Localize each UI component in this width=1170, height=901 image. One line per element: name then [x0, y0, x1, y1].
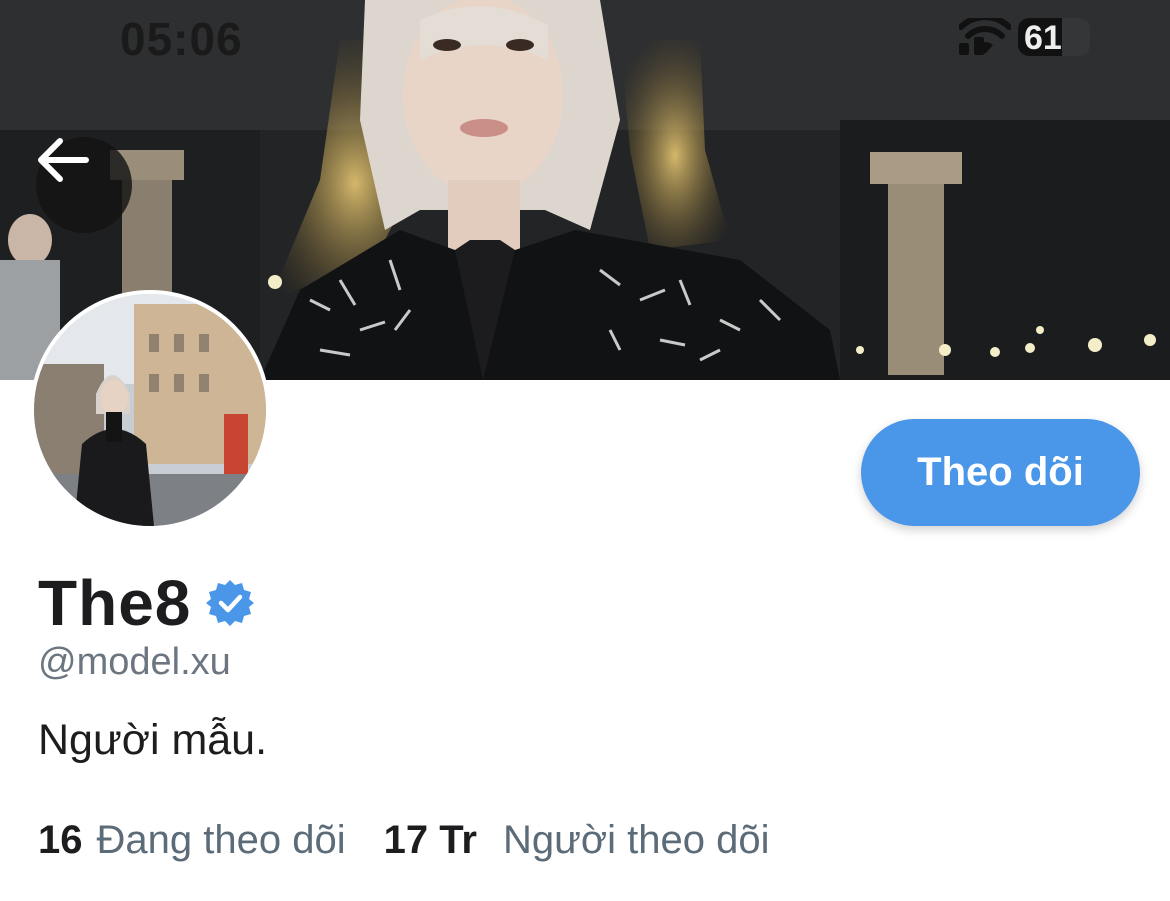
avatar-photo	[34, 294, 266, 526]
display-name: The8	[38, 567, 192, 639]
status-time: 05:06	[120, 13, 243, 65]
arrow-left-icon	[38, 138, 89, 182]
battery-level: 61	[1024, 19, 1062, 56]
profile-stats: 16 Đang theo dõi 17 Tr Người theo dõi	[38, 818, 769, 863]
following-label[interactable]: Đang theo dõi	[97, 818, 346, 863]
follow-button[interactable]: Theo dõi	[861, 419, 1140, 526]
followers-count[interactable]: 17 Tr	[384, 818, 477, 863]
verified-badge-icon	[206, 580, 255, 626]
wifi-icon	[959, 18, 1011, 54]
profile-bio: Người mẫu.	[38, 716, 268, 764]
back-button[interactable]	[36, 137, 132, 233]
profile-handle: @model.xu	[38, 641, 231, 683]
profile-name-row: The8	[38, 566, 255, 640]
battery-icon: 61	[1018, 18, 1090, 56]
following-count[interactable]: 16	[38, 818, 83, 863]
status-indicators: 61	[959, 18, 1090, 56]
avatar[interactable]	[30, 290, 270, 530]
followers-label[interactable]: Người theo dõi	[503, 818, 769, 863]
